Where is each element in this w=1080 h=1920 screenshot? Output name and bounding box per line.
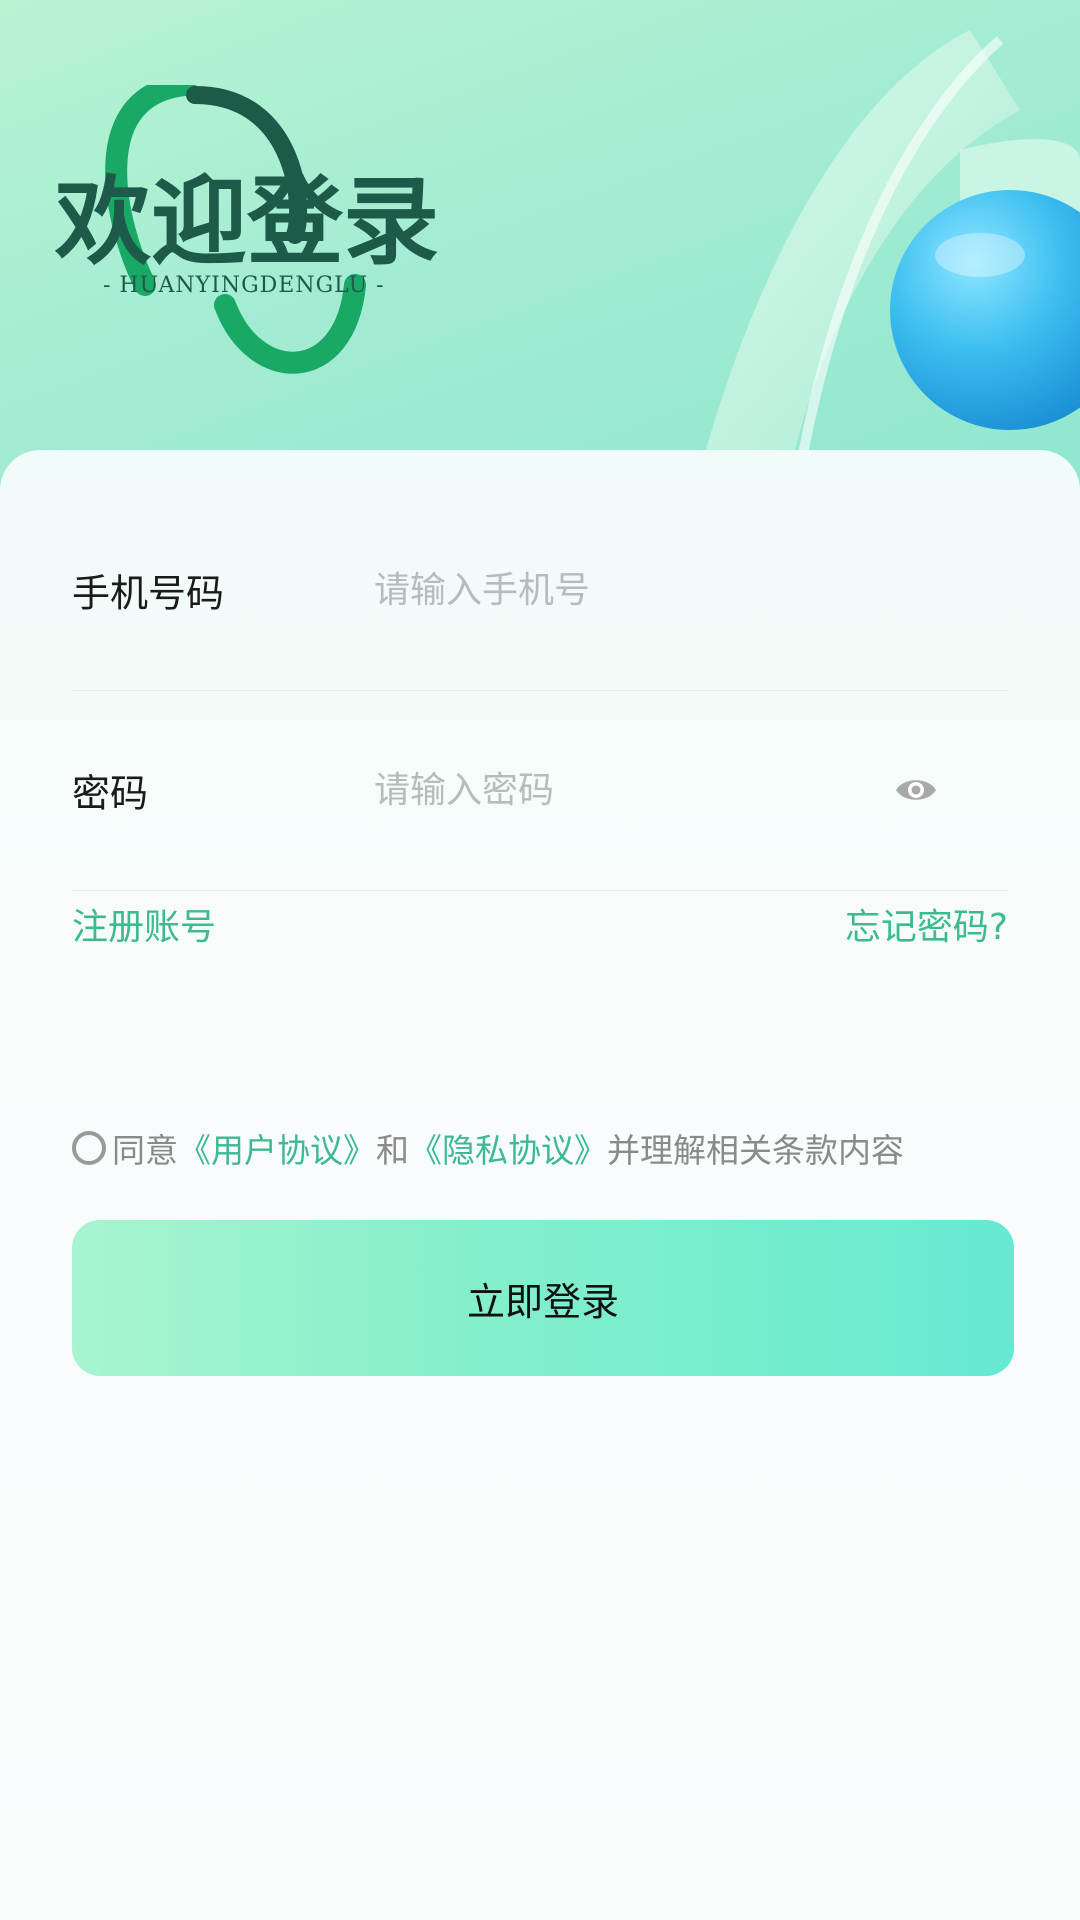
welcome-logo: 欢迎登录 - HUANYINGDENGLU - [55,85,439,374]
header-banner: 欢迎登录 - HUANYINGDENGLU - [0,0,1080,520]
password-label: 密码 [72,771,149,816]
phone-row: 手机号码 [72,490,1008,691]
eye-icon[interactable] [894,769,938,811]
phone-label: 手机号码 [72,571,225,616]
agreement-conjunction: 和 [376,1131,409,1170]
user-agreement-link[interactable]: 《用户协议》 [178,1124,376,1172]
agreement-row: 同意 《用户协议》 和 《隐私协议》 并理解相关条款内容 [72,1122,904,1174]
password-input[interactable] [372,759,936,821]
agreement-prefix: 同意 [112,1131,178,1170]
svg-text:- HUANYINGDENGLU -: - HUANYINGDENGLU - [103,273,385,298]
svg-text:欢迎登录: 欢迎登录 [55,166,439,278]
decorative-sphere-illustration [700,30,1080,470]
agreement-suffix: 并理解相关条款内容 [607,1131,904,1170]
register-link[interactable]: 注册账号 [72,898,216,950]
phone-input[interactable] [372,559,936,621]
password-row: 密码 [72,690,1008,891]
forgot-password-link[interactable]: 忘记密码? [845,898,1008,950]
agreement-radio[interactable] [72,1131,106,1165]
login-button[interactable]: 立即登录 [72,1220,1014,1376]
privacy-agreement-link[interactable]: 《隐私协议》 [409,1124,607,1172]
